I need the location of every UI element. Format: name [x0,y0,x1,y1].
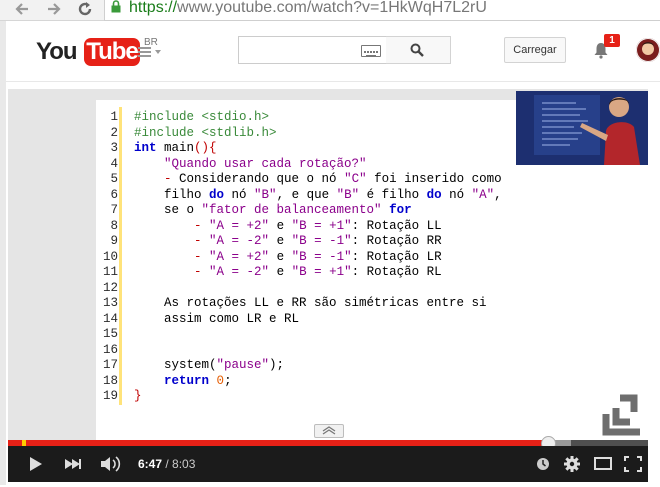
search-icon [410,43,424,57]
url-text: https://www.youtube.com/watch?v=1HkWqH7L… [129,0,487,18]
guide-menu-icon[interactable] [138,45,164,59]
line-number: 14 [102,311,118,326]
logo-tube-text: Tube [84,38,140,66]
line-number: 4 [110,156,118,171]
code-line: #include <stdlib.h> [134,125,277,140]
line-number: 17 [102,358,118,372]
code-line: return 0; [164,373,232,388]
next-icon[interactable] [62,446,84,482]
video-player[interactable]: 1 2 3 4 5 6 7 8 9 10 11 12 13 14 15 16 17 18 19 #include <… [8,89,648,482]
line-number: 3 [110,141,118,155]
youtube-header: You Tube BR Carregar 1 [6,21,660,82]
line-number: 15 [102,327,118,341]
line-number: 18 [102,373,118,388]
collapse-chevron-icon[interactable] [314,424,344,438]
change-margin [119,107,122,405]
line-number: 11 [102,265,118,279]
code-line: se o "fator de balanceamento" for [134,203,412,217]
code-line: As rotações LL e RR são simétricas entre… [134,296,487,310]
notification-badge: 1 [604,34,620,47]
browser-toolbar: https://www.youtube.com/watch?v=1HkWqH7L… [0,0,660,21]
line-number: 5 [110,172,118,186]
line-number: 8 [110,218,118,233]
search-button[interactable] [386,36,451,64]
code-line: system("pause"); [134,358,285,372]
lock-icon [111,0,121,13]
volume-icon[interactable] [98,446,122,482]
time-display: 6:47 / 8:03 [138,456,195,472]
logo-you-text: You [36,38,78,65]
fullscreen-icon[interactable] [622,446,644,482]
code-line: int main(){ [134,141,217,155]
line-number: 16 [102,342,118,357]
code-text: #include <stdio.h> #include <stdlib.h> int… [134,110,502,405]
code-line: - "A = +2" e "B = -1": Rotação LR [194,249,442,264]
time-separator: / [162,457,173,471]
forward-arrow-icon[interactable] [46,0,62,18]
line-number: 9 [110,234,118,248]
address-bar[interactable]: https://www.youtube.com/watch?v=1HkWqH7L… [104,0,660,21]
player-controls: 6:47 / 8:03 [8,446,648,482]
line-number: 1 [110,110,118,124]
channel-watermark-logo[interactable] [596,392,646,442]
code-line: - "A = -2" e "B = +1": Rotação RL [194,265,442,279]
code-line: - "A = +2" e "B = +1": Rotação LL [194,218,442,233]
line-number: 6 [110,187,118,202]
keyboard-icon[interactable] [361,45,381,57]
window-left-edge [0,21,6,485]
line-numbers: 1 2 3 4 5 6 7 8 9 10 11 12 13 14 15 16 17 18 19 [96,100,118,405]
code-line: filho do nó "B", e que "B" é filho do nó… [134,187,502,202]
watch-later-icon[interactable] [534,446,552,482]
code-line: - "A = -2" e "B = -1": Rotação RR [194,234,442,248]
line-number: 2 [110,125,118,140]
line-number: 13 [102,296,118,310]
search-input[interactable] [238,36,388,64]
code-line: assim como LR e RL [134,311,300,326]
url-protocol: https:// [129,0,178,16]
avatar[interactable] [636,38,660,62]
code-line: } [134,389,142,403]
duration: 8:03 [172,457,196,471]
reload-icon[interactable] [76,0,94,18]
upload-button[interactable]: Carregar [504,37,566,63]
line-number: 7 [110,203,118,217]
line-number: 19 [102,389,118,403]
back-arrow-icon[interactable] [14,0,30,18]
presenter-video-inset [516,91,648,165]
code-line: #include <stdio.h> [134,110,270,124]
theater-mode-icon[interactable] [592,446,614,482]
line-number: 12 [102,280,118,295]
gear-icon[interactable] [562,446,582,482]
play-icon[interactable] [24,446,48,482]
url-path: www.youtube.com/watch?v=1HkWqH7L2rU [177,0,487,16]
code-line: - Considerando que o nó "C" foi inserido… [164,172,502,186]
current-time: 6:47 [138,457,163,471]
code-line: "Quando usar cada rotação?" [164,156,367,171]
line-number: 10 [102,249,118,264]
